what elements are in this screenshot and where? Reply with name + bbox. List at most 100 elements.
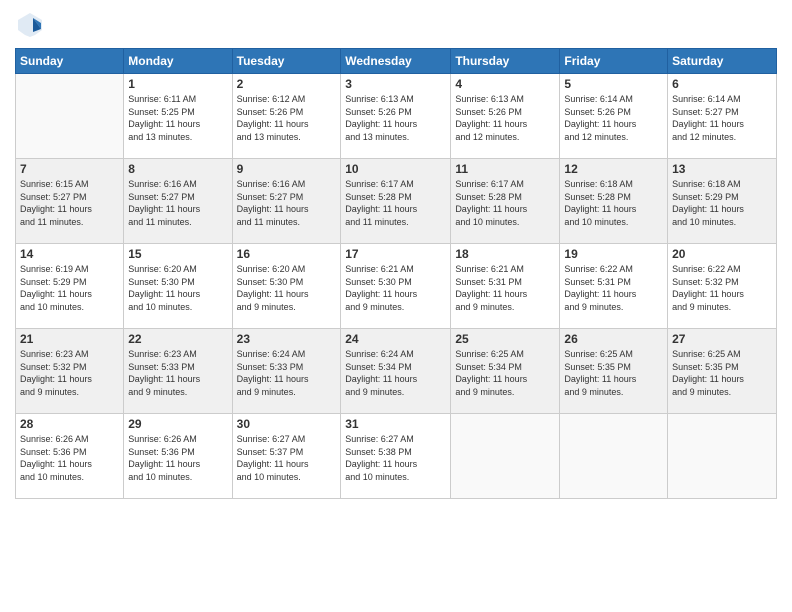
calendar-day-cell: 14Sunrise: 6:19 AMSunset: 5:29 PMDayligh… xyxy=(16,244,124,329)
calendar-day-cell xyxy=(451,414,560,499)
day-number: 25 xyxy=(455,332,555,346)
calendar-day-cell: 19Sunrise: 6:22 AMSunset: 5:31 PMDayligh… xyxy=(560,244,668,329)
calendar-day-cell: 20 Sunrise: 6:22 AMSunset: 5:32 PMDayligh… xyxy=(668,244,777,329)
day-number: 27 xyxy=(672,332,772,346)
day-number: 17 xyxy=(345,247,446,261)
calendar-day-cell: 7 Sunrise: 6:15 AMSunset: 5:27 PMDaylight… xyxy=(16,159,124,244)
day-number: 21 xyxy=(20,332,119,346)
day-info: Sunrise: 6:20 AMSunset: 5:30 PMDaylight:… xyxy=(237,263,337,313)
day-info: Sunrise: 6:26 AMSunset: 5:36 PMDaylight:… xyxy=(128,433,227,483)
calendar-week-row: 21 Sunrise: 6:23 AMSunset: 5:32 PMDayligh… xyxy=(16,329,777,414)
calendar-day-cell: 30Sunrise: 6:27 AMSunset: 5:37 PMDayligh… xyxy=(232,414,341,499)
day-info: Sunrise: 6:22 AMSunset: 5:32 PMDaylight:… xyxy=(672,263,772,313)
day-number: 9 xyxy=(237,162,337,176)
day-number: 24 xyxy=(345,332,446,346)
logo-icon xyxy=(15,10,45,40)
day-info: Sunrise: 6:21 AMSunset: 5:31 PMDaylight:… xyxy=(455,263,555,313)
day-of-week-header: Tuesday xyxy=(232,49,341,74)
calendar-day-cell: 25 Sunrise: 6:25 AMSunset: 5:34 PMDayligh… xyxy=(451,329,560,414)
calendar-day-cell: 23 Sunrise: 6:24 AMSunset: 5:33 PMDayligh… xyxy=(232,329,341,414)
calendar-day-cell: 10 Sunrise: 6:17 AMSunset: 5:28 PMDayligh… xyxy=(341,159,451,244)
day-number: 13 xyxy=(672,162,772,176)
day-number: 8 xyxy=(128,162,227,176)
day-info: Sunrise: 6:13 AMSunset: 5:26 PMDaylight:… xyxy=(345,93,446,143)
calendar-day-cell: 4 Sunrise: 6:13 AMSunset: 5:26 PMDaylight… xyxy=(451,74,560,159)
calendar-day-cell: 31 Sunrise: 6:27 AMSunset: 5:38 PMDayligh… xyxy=(341,414,451,499)
day-number: 10 xyxy=(345,162,446,176)
day-number: 19 xyxy=(564,247,663,261)
day-info: Sunrise: 6:13 AMSunset: 5:26 PMDaylight:… xyxy=(455,93,555,143)
calendar-day-cell: 6Sunrise: 6:14 AMSunset: 5:27 PMDaylight… xyxy=(668,74,777,159)
calendar-day-cell: 28 Sunrise: 6:26 AMSunset: 5:36 PMDayligh… xyxy=(16,414,124,499)
day-info: Sunrise: 6:23 AMSunset: 5:32 PMDaylight:… xyxy=(20,348,119,398)
day-number: 18 xyxy=(455,247,555,261)
calendar-day-cell: 8 Sunrise: 6:16 AMSunset: 5:27 PMDaylight… xyxy=(124,159,232,244)
day-info: Sunrise: 6:26 AMSunset: 5:36 PMDaylight:… xyxy=(20,433,119,483)
calendar-day-cell: 2Sunrise: 6:12 AMSunset: 5:26 PMDaylight… xyxy=(232,74,341,159)
day-number: 4 xyxy=(455,77,555,91)
day-number: 20 xyxy=(672,247,772,261)
day-info: Sunrise: 6:24 AMSunset: 5:33 PMDaylight:… xyxy=(237,348,337,398)
day-info: Sunrise: 6:17 AMSunset: 5:28 PMDaylight:… xyxy=(345,178,446,228)
calendar-day-cell xyxy=(668,414,777,499)
day-of-week-header: Wednesday xyxy=(341,49,451,74)
day-number: 29 xyxy=(128,417,227,431)
calendar-day-cell xyxy=(16,74,124,159)
calendar-day-cell xyxy=(560,414,668,499)
calendar-day-cell: 17 Sunrise: 6:21 AMSunset: 5:30 PMDayligh… xyxy=(341,244,451,329)
day-number: 2 xyxy=(237,77,337,91)
day-info: Sunrise: 6:25 AMSunset: 5:34 PMDaylight:… xyxy=(455,348,555,398)
day-number: 31 xyxy=(345,417,446,431)
day-info: Sunrise: 6:17 AMSunset: 5:28 PMDaylight:… xyxy=(455,178,555,228)
day-info: Sunrise: 6:16 AMSunset: 5:27 PMDaylight:… xyxy=(128,178,227,228)
day-number: 16 xyxy=(237,247,337,261)
calendar-day-cell: 1 Sunrise: 6:11 AMSunset: 5:25 PMDaylight… xyxy=(124,74,232,159)
calendar-table: SundayMondayTuesdayWednesdayThursdayFrid… xyxy=(15,48,777,499)
day-number: 15 xyxy=(128,247,227,261)
header xyxy=(15,10,777,40)
day-number: 30 xyxy=(237,417,337,431)
calendar-day-cell: 21 Sunrise: 6:23 AMSunset: 5:32 PMDayligh… xyxy=(16,329,124,414)
day-of-week-header: Saturday xyxy=(668,49,777,74)
day-number: 3 xyxy=(345,77,446,91)
day-number: 6 xyxy=(672,77,772,91)
day-number: 1 xyxy=(128,77,227,91)
day-number: 23 xyxy=(237,332,337,346)
day-number: 12 xyxy=(564,162,663,176)
day-number: 7 xyxy=(20,162,119,176)
day-of-week-header: Monday xyxy=(124,49,232,74)
calendar-day-cell: 24Sunrise: 6:24 AMSunset: 5:34 PMDayligh… xyxy=(341,329,451,414)
calendar-week-row: 1 Sunrise: 6:11 AMSunset: 5:25 PMDaylight… xyxy=(16,74,777,159)
calendar-day-cell: 29 Sunrise: 6:26 AMSunset: 5:36 PMDayligh… xyxy=(124,414,232,499)
calendar-header-row: SundayMondayTuesdayWednesdayThursdayFrid… xyxy=(16,49,777,74)
day-number: 28 xyxy=(20,417,119,431)
day-info: Sunrise: 6:25 AMSunset: 5:35 PMDaylight:… xyxy=(672,348,772,398)
calendar-day-cell: 16 Sunrise: 6:20 AMSunset: 5:30 PMDayligh… xyxy=(232,244,341,329)
day-number: 22 xyxy=(128,332,227,346)
day-of-week-header: Friday xyxy=(560,49,668,74)
calendar-week-row: 7 Sunrise: 6:15 AMSunset: 5:27 PMDaylight… xyxy=(16,159,777,244)
calendar-day-cell: 3 Sunrise: 6:13 AMSunset: 5:26 PMDaylight… xyxy=(341,74,451,159)
day-number: 11 xyxy=(455,162,555,176)
day-number: 26 xyxy=(564,332,663,346)
calendar-week-row: 28 Sunrise: 6:26 AMSunset: 5:36 PMDayligh… xyxy=(16,414,777,499)
day-info: Sunrise: 6:16 AMSunset: 5:27 PMDaylight:… xyxy=(237,178,337,228)
day-number: 5 xyxy=(564,77,663,91)
day-info: Sunrise: 6:25 AMSunset: 5:35 PMDaylight:… xyxy=(564,348,663,398)
calendar-day-cell: 26 Sunrise: 6:25 AMSunset: 5:35 PMDayligh… xyxy=(560,329,668,414)
day-info: Sunrise: 6:15 AMSunset: 5:27 PMDaylight:… xyxy=(20,178,119,228)
day-info: Sunrise: 6:20 AMSunset: 5:30 PMDaylight:… xyxy=(128,263,227,313)
calendar-day-cell: 12 Sunrise: 6:18 AMSunset: 5:28 PMDayligh… xyxy=(560,159,668,244)
day-info: Sunrise: 6:18 AMSunset: 5:28 PMDaylight:… xyxy=(564,178,663,228)
calendar-day-cell: 27 Sunrise: 6:25 AMSunset: 5:35 PMDayligh… xyxy=(668,329,777,414)
calendar-day-cell: 9 Sunrise: 6:16 AMSunset: 5:27 PMDaylight… xyxy=(232,159,341,244)
day-info: Sunrise: 6:18 AMSunset: 5:29 PMDaylight:… xyxy=(672,178,772,228)
calendar-day-cell: 22 Sunrise: 6:23 AMSunset: 5:33 PMDayligh… xyxy=(124,329,232,414)
day-info: Sunrise: 6:27 AMSunset: 5:38 PMDaylight:… xyxy=(345,433,446,483)
day-info: Sunrise: 6:21 AMSunset: 5:30 PMDaylight:… xyxy=(345,263,446,313)
day-info: Sunrise: 6:23 AMSunset: 5:33 PMDaylight:… xyxy=(128,348,227,398)
day-info: Sunrise: 6:11 AMSunset: 5:25 PMDaylight:… xyxy=(128,93,227,143)
calendar-day-cell: 18 Sunrise: 6:21 AMSunset: 5:31 PMDayligh… xyxy=(451,244,560,329)
calendar-day-cell: 15 Sunrise: 6:20 AMSunset: 5:30 PMDayligh… xyxy=(124,244,232,329)
day-of-week-header: Thursday xyxy=(451,49,560,74)
